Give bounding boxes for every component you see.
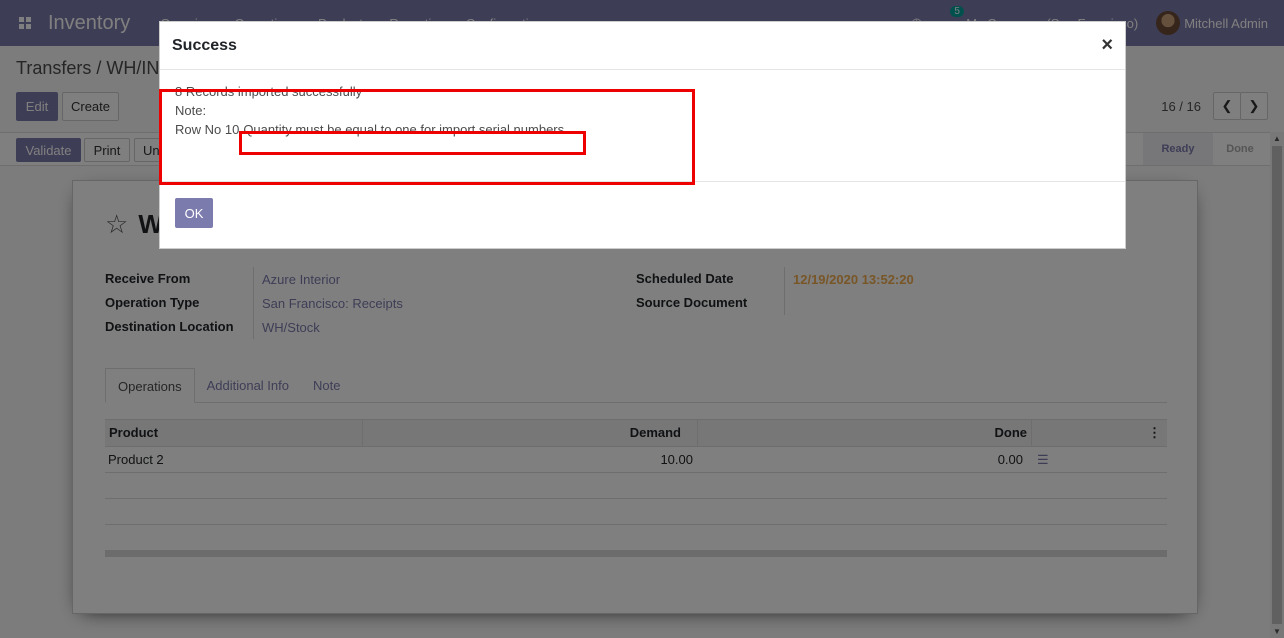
modal-title: Success [172, 36, 237, 54]
modal-footer: OK [160, 181, 1125, 249]
annotation-highlight-box-error [239, 131, 586, 155]
ok-button[interactable]: OK [175, 198, 213, 228]
close-icon[interactable]: × [1101, 34, 1113, 57]
modal-header: Success × [160, 22, 1125, 70]
